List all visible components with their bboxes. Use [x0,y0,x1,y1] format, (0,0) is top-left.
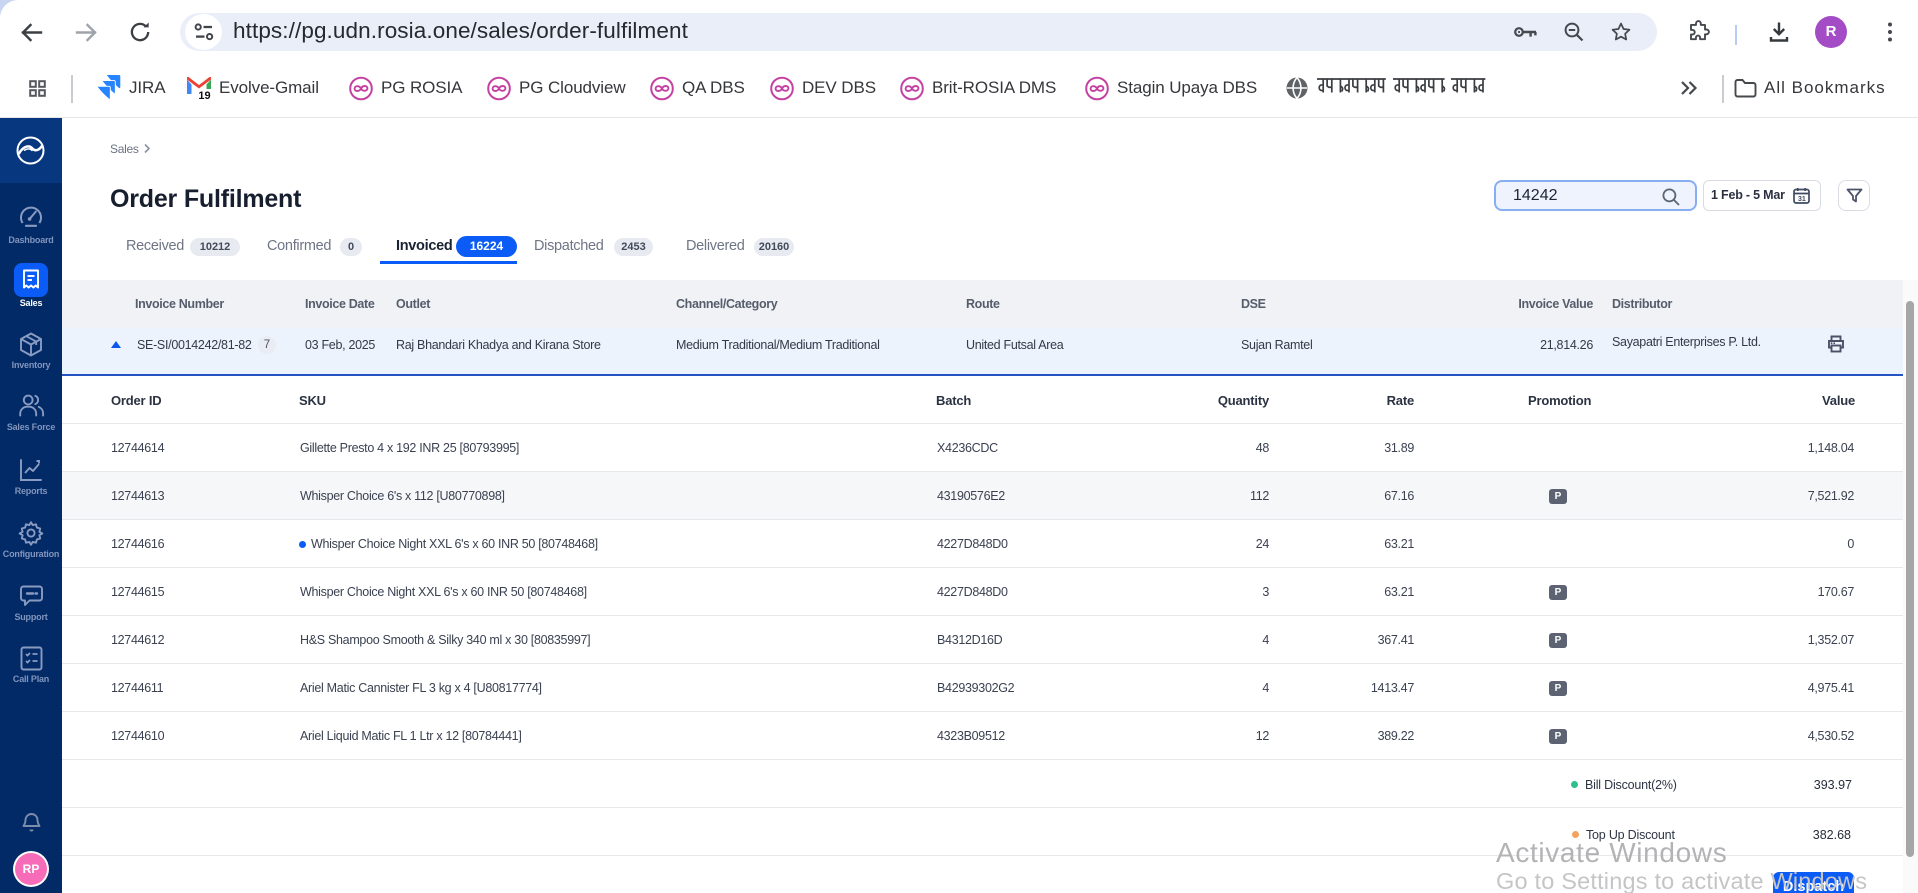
svg-text:31: 31 [1798,196,1806,203]
